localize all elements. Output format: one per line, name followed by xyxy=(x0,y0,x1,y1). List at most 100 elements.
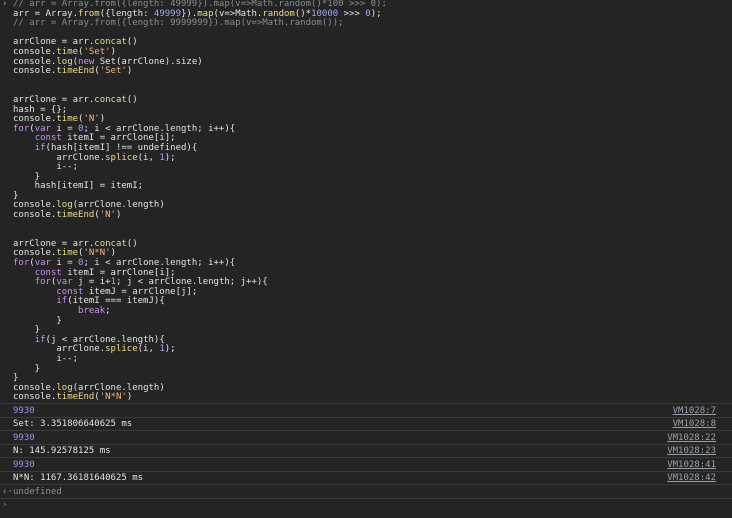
code-token: () xyxy=(126,94,138,105)
code-token: ) xyxy=(126,392,133,403)
console-message-row: 9930 VM1028:41 xyxy=(0,457,732,471)
code-token: console. xyxy=(13,46,57,57)
code-token: (arrClone.length) xyxy=(72,200,165,211)
code-token: if xyxy=(34,334,46,345)
console-message-text: Set: 3.351806640625 ms xyxy=(13,419,133,429)
code-token: arrClone = arr. xyxy=(13,94,95,105)
code-token: (arrClone.length) xyxy=(72,382,165,393)
code-token: time xyxy=(56,46,79,57)
source-link[interactable]: VM1028:7 xyxy=(673,406,716,416)
code-token: i = xyxy=(50,123,79,134)
console-message-row: 9930 VM1028:7 xyxy=(0,403,732,417)
code-token: var xyxy=(56,277,73,288)
code-token: arr = Array. xyxy=(13,8,79,19)
code-token: itemI = arrClone[i]; xyxy=(61,133,176,144)
code-token: ; j < arrClone.length; j++){ xyxy=(116,277,268,288)
code-token: 10000 xyxy=(311,8,339,19)
console-prompt-input[interactable] xyxy=(13,498,732,512)
code-token: splice xyxy=(105,152,138,163)
code-token: (j < arrClone.length){ xyxy=(45,334,165,345)
code-token: console. xyxy=(13,210,57,221)
console-message-text: 9930 xyxy=(13,432,35,443)
source-link[interactable]: VM1028:22 xyxy=(667,433,716,443)
code-token: ) xyxy=(110,46,116,57)
code-token: Set(arrClone).size) xyxy=(94,56,203,67)
code-token: splice xyxy=(105,344,138,355)
code-token: } xyxy=(13,363,41,374)
code-token: } xyxy=(13,315,62,326)
source-link[interactable]: VM1028:41 xyxy=(667,460,716,470)
console-output-list: 9930 VM1028:7 Set: 3.351806640625 ms VM1028… xyxy=(0,403,732,512)
result-value: undefined xyxy=(13,486,62,497)
code-token: for xyxy=(13,258,30,269)
code-token: (itemI === itemJ){ xyxy=(67,296,165,307)
code-token: } xyxy=(13,373,19,384)
console-prompt-row[interactable]: › xyxy=(0,497,732,512)
code-token: time xyxy=(56,114,79,125)
code-token: timeEnd xyxy=(56,210,95,221)
code-token: timeEnd xyxy=(56,66,95,77)
code-token: arrClone. xyxy=(13,344,106,355)
code-token: const xyxy=(56,286,84,297)
code-token: ({length: xyxy=(99,8,154,19)
code-token: concat xyxy=(94,94,127,105)
code-token: ) xyxy=(110,248,116,259)
console-message-text: N*N: 1167.36181640625 ms xyxy=(13,473,144,483)
code-token: i--; xyxy=(13,162,79,173)
code-token: 'N*N' xyxy=(99,392,127,403)
console-message-row: N: 145.92578125 ms VM1028:23 xyxy=(0,443,732,458)
code-token: } xyxy=(13,190,19,201)
source-link[interactable]: VM1028:23 xyxy=(667,446,716,456)
code-token: for xyxy=(13,123,30,134)
code-token: if xyxy=(34,142,46,153)
code-token: (v=>Math. xyxy=(213,8,263,19)
code-token: 'N' xyxy=(83,114,100,125)
code-token: console. xyxy=(13,200,57,211)
console-message-text: 9930 xyxy=(13,405,35,416)
result-arrow-icon: ‹· xyxy=(2,486,13,497)
code-token: ) xyxy=(126,66,133,77)
console-message-row: 9930 VM1028:22 xyxy=(0,430,732,444)
code-token: // arr = Array.from({length: 9999999}).m… xyxy=(13,18,344,29)
code-token: new xyxy=(78,56,95,67)
code-token: log xyxy=(56,56,73,67)
code-token: 'N' xyxy=(99,210,116,221)
code-token: ; xyxy=(105,306,111,316)
code-token: for xyxy=(34,277,51,288)
code-line: // arr = Array.from({length: 9999999}).m… xyxy=(13,18,387,29)
code-token: i = xyxy=(50,258,79,269)
result-row: ‹· undefined xyxy=(0,484,732,498)
source-link[interactable]: VM1028:8 xyxy=(673,419,716,429)
console-message-row: N*N: 1167.36181640625 ms VM1028:42 xyxy=(0,470,732,485)
code-token: (i, xyxy=(137,344,160,355)
code-token: console. xyxy=(13,114,57,125)
code-token: ; i < arrClone.length; i++){ xyxy=(83,258,236,269)
code-token: (hash[itemI] !== undefined){ xyxy=(45,142,198,153)
input-prompt-icon: › xyxy=(2,0,8,9)
code-block: // arr = Array.from({length: 49999}).map… xyxy=(13,0,387,403)
code-token: if xyxy=(56,296,68,307)
code-token: concat xyxy=(94,37,127,48)
code-line: console.timeEnd('Set') xyxy=(13,66,387,77)
console-message-row: Set: 3.351806640625 ms VM1028:8 xyxy=(0,416,732,431)
code-token: () xyxy=(126,37,138,48)
code-token: }). xyxy=(181,8,198,19)
code-token: j = i+ xyxy=(72,277,111,288)
code-token: console. xyxy=(13,56,57,67)
code-token: ); xyxy=(370,8,382,19)
code-token: var xyxy=(34,258,51,269)
code-token: >>> xyxy=(338,8,366,19)
code-token: const xyxy=(34,133,62,144)
source-link[interactable]: VM1028:42 xyxy=(667,473,716,483)
code-line: i--; xyxy=(13,354,387,365)
code-token: ()* xyxy=(294,8,312,19)
code-line: break; xyxy=(13,306,387,317)
console-message-text: N: 145.92578125 ms xyxy=(13,446,111,456)
